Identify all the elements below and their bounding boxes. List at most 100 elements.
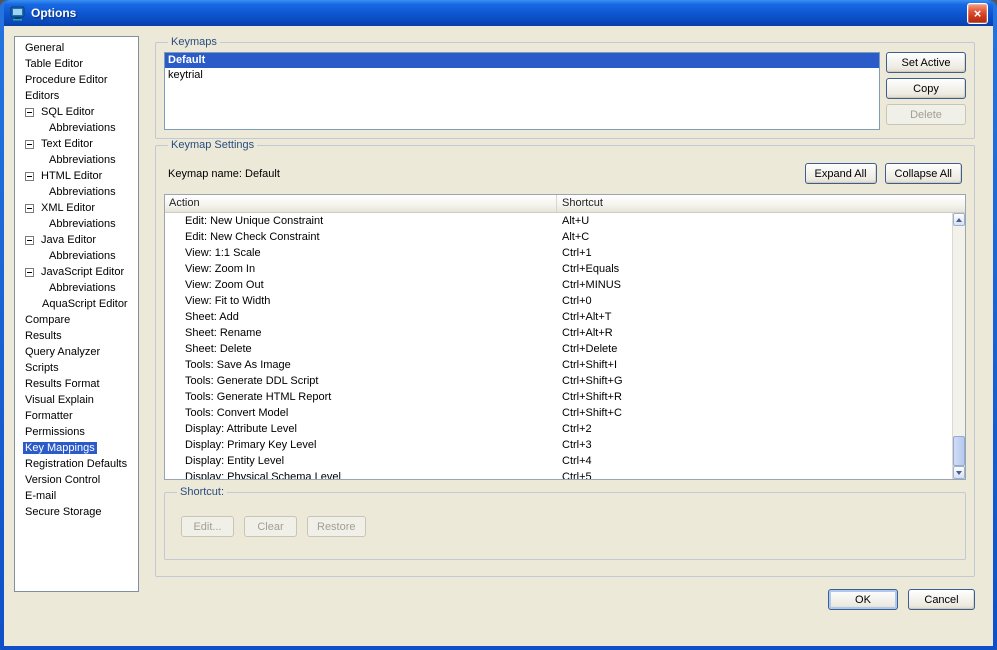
sidebar-item-visual-explain[interactable]: Visual Explain (15, 392, 138, 408)
sidebar-item-html-editor[interactable]: HTML Editor (15, 168, 138, 184)
table-row[interactable]: View: 1:1 Scale Ctrl+1 (165, 245, 952, 261)
collapse-icon[interactable] (25, 235, 34, 245)
table-row[interactable]: View: Zoom Out Ctrl+MINUS (165, 277, 952, 293)
action-cell: View: Zoom In (185, 263, 256, 275)
shortcut-cell: Ctrl+5 (562, 471, 592, 479)
set-active-button[interactable]: Set Active (886, 52, 966, 73)
sidebar-item-scripts[interactable]: Scripts (15, 360, 138, 376)
sidebar-item-label: General (25, 42, 65, 54)
table-row[interactable]: Tools: Convert Model Ctrl+Shift+C (165, 405, 952, 421)
sidebar-item-label: Procedure Editor (25, 74, 108, 86)
table-row[interactable]: Sheet: Add Ctrl+Alt+T (165, 309, 952, 325)
scroll-down-icon[interactable] (953, 466, 965, 479)
sidebar-item-query-analyzer[interactable]: Query Analyzer (15, 344, 138, 360)
sidebar-item-abbreviations[interactable]: Abbreviations (15, 120, 138, 136)
sidebar-item-secure-storage[interactable]: Secure Storage (15, 504, 138, 520)
shortcut-cell: Ctrl+Shift+I (562, 359, 618, 371)
sidebar-item-label: E-mail (25, 490, 57, 502)
sidebar-item-e-mail[interactable]: E-mail (15, 488, 138, 504)
sidebar-item-permissions[interactable]: Permissions (15, 424, 138, 440)
sidebar-item-label: JavaScript Editor (41, 266, 125, 278)
sidebar-item-registration-defaults[interactable]: Registration Defaults (15, 456, 138, 472)
keymap-list[interactable]: Default keytrial (164, 52, 880, 130)
table-row[interactable]: Edit: New Unique Constraint Alt+U (165, 213, 952, 229)
sidebar-item-label: Abbreviations (49, 218, 116, 230)
sidebar-item-version-control[interactable]: Version Control (15, 472, 138, 488)
action-cell: Tools: Save As Image (185, 359, 291, 371)
action-cell: Display: Entity Level (185, 455, 285, 467)
table-row[interactable]: Display: Attribute Level Ctrl+2 (165, 421, 952, 437)
titlebar[interactable]: Options × (4, 0, 993, 26)
sidebar-item-javascript-editor[interactable]: JavaScript Editor (15, 264, 138, 280)
collapse-icon[interactable] (25, 267, 34, 277)
sidebar-item-label: AquaScript Editor (42, 298, 128, 310)
table-row[interactable]: View: Zoom In Ctrl+Equals (165, 261, 952, 277)
table-row[interactable]: Tools: Generate DDL Script Ctrl+Shift+G (165, 373, 952, 389)
scroll-up-icon[interactable] (953, 213, 965, 226)
table-body: Edit: New Unique Constraint Alt+U Edit: Ne… (165, 213, 952, 479)
table-row[interactable]: Tools: Generate HTML Report Ctrl+Shift+R (165, 389, 952, 405)
keymaps-group-title: Keymaps (171, 36, 217, 48)
shortcut-cell: Ctrl+Shift+R (562, 391, 622, 403)
sidebar-item-formatter[interactable]: Formatter (15, 408, 138, 424)
sidebar-item-key-mappings[interactable]: Key Mappings (15, 440, 138, 456)
shortcut-cell: Ctrl+2 (562, 423, 592, 435)
column-header-action[interactable]: Action (165, 195, 557, 212)
sidebar-item-java-editor[interactable]: Java Editor (15, 232, 138, 248)
table-row[interactable]: Display: Physical Schema Level Ctrl+5 (165, 469, 952, 479)
table-row[interactable]: View: Fit to Width Ctrl+0 (165, 293, 952, 309)
action-cell: Sheet: Add (185, 311, 239, 323)
scrollbar-thumb[interactable] (953, 436, 965, 466)
sidebar-item-procedure-editor[interactable]: Procedure Editor (15, 72, 138, 88)
delete-button: Delete (886, 104, 966, 125)
action-cell: Sheet: Delete (185, 343, 252, 355)
table-row[interactable]: Edit: New Check Constraint Alt+C (165, 229, 952, 245)
category-tree[interactable]: General Table Editor Procedure Editor Edito… (14, 36, 139, 592)
column-header-shortcut[interactable]: Shortcut (557, 195, 965, 212)
collapse-all-button[interactable]: Collapse All (884, 163, 962, 184)
sidebar-item-label: Scripts (25, 362, 59, 374)
table-row[interactable]: Sheet: Rename Ctrl+Alt+R (165, 325, 952, 341)
sidebar-item-xml-editor[interactable]: XML Editor (15, 200, 138, 216)
expand-all-button[interactable]: Expand All (804, 163, 877, 184)
sidebar-item-label: Abbreviations (49, 282, 116, 294)
sidebar-item-label: Abbreviations (49, 122, 116, 134)
sidebar-item-aquascript-editor[interactable]: AquaScript Editor (15, 296, 138, 312)
keymap-name-label: Keymap name: Default (168, 167, 280, 180)
collapse-icon[interactable] (25, 203, 34, 213)
table-scrollbar[interactable] (952, 213, 965, 479)
action-cell: View: 1:1 Scale (185, 247, 261, 259)
sidebar-item-results[interactable]: Results (15, 328, 138, 344)
scrollbar-track[interactable] (953, 226, 965, 466)
sidebar-item-abbreviations[interactable]: Abbreviations (15, 280, 138, 296)
table-header[interactable]: Action Shortcut (165, 195, 965, 213)
sidebar-item-abbreviations[interactable]: Abbreviations (15, 152, 138, 168)
sidebar-item-abbreviations[interactable]: Abbreviations (15, 184, 138, 200)
sidebar-item-abbreviations[interactable]: Abbreviations (15, 216, 138, 232)
sidebar-item-abbreviations[interactable]: Abbreviations (15, 248, 138, 264)
sidebar-item-editors[interactable]: Editors (15, 88, 138, 104)
table-row[interactable]: Sheet: Delete Ctrl+Delete (165, 341, 952, 357)
table-row[interactable]: Display: Primary Key Level Ctrl+3 (165, 437, 952, 453)
shortcut-cell: Ctrl+Alt+T (562, 311, 612, 323)
sidebar-item-results-format[interactable]: Results Format (15, 376, 138, 392)
cancel-button[interactable]: Cancel (908, 589, 975, 610)
sidebar-item-text-editor[interactable]: Text Editor (15, 136, 138, 152)
collapse-icon[interactable] (25, 107, 34, 117)
sidebar-item-general[interactable]: General (15, 40, 138, 56)
keymap-list-item[interactable]: Default (165, 53, 879, 68)
close-icon[interactable]: × (967, 2, 988, 24)
table-row[interactable]: Display: Entity Level Ctrl+4 (165, 453, 952, 469)
keymap-list-item[interactable]: keytrial (165, 68, 879, 83)
copy-button[interactable]: Copy (886, 78, 966, 99)
action-cell: Sheet: Rename (185, 327, 262, 339)
action-cell: Edit: New Unique Constraint (185, 215, 324, 227)
sidebar-item-sql-editor[interactable]: SQL Editor (15, 104, 138, 120)
ok-button[interactable]: OK (828, 589, 898, 610)
table-row[interactable]: Tools: Save As Image Ctrl+Shift+I (165, 357, 952, 373)
collapse-icon[interactable] (25, 139, 34, 149)
collapse-icon[interactable] (25, 171, 34, 181)
sidebar-item-table-editor[interactable]: Table Editor (15, 56, 138, 72)
sidebar-item-compare[interactable]: Compare (15, 312, 138, 328)
shortcut-cell: Ctrl+Delete (562, 343, 618, 355)
